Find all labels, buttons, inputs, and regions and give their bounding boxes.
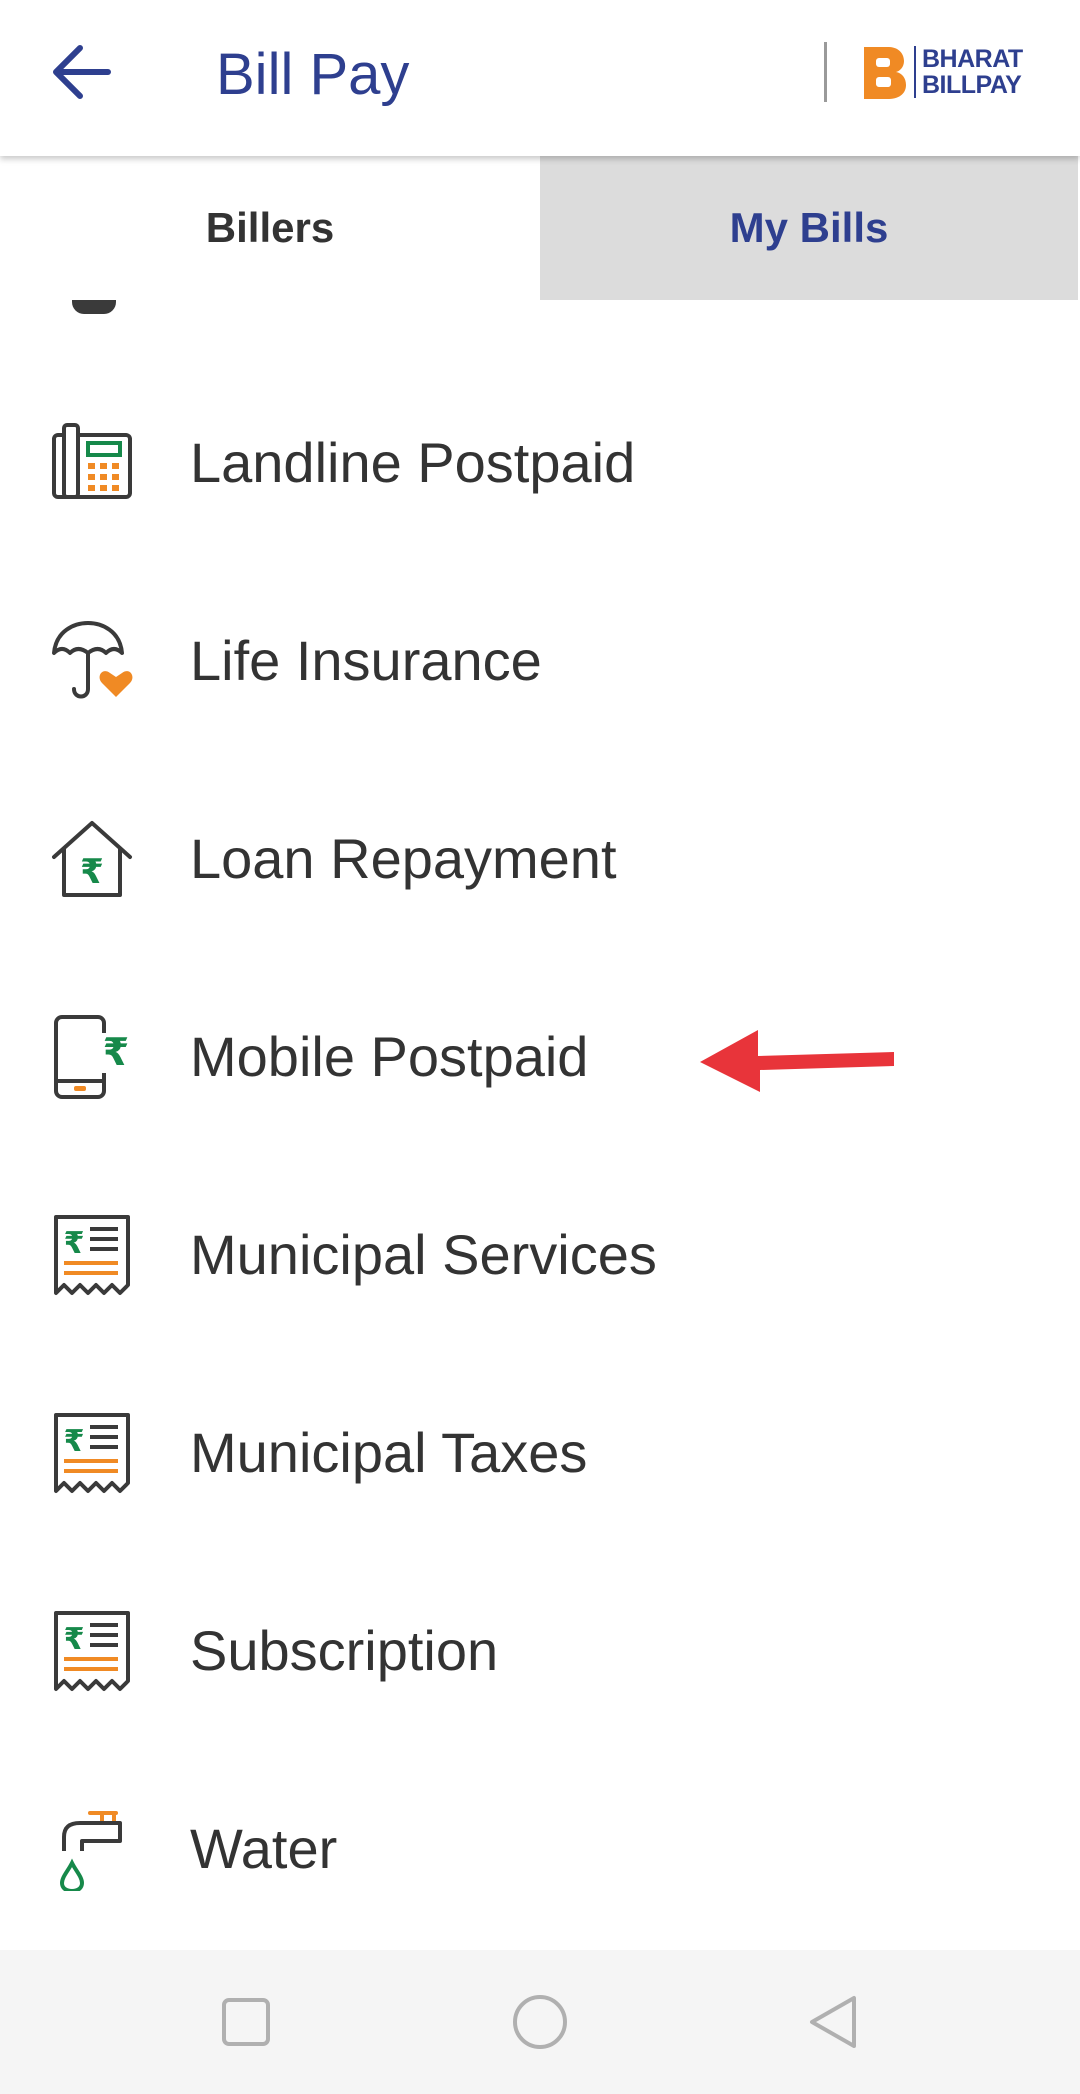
back-nav-button[interactable] [802,1990,866,2054]
back-button[interactable] [48,32,120,112]
logo-text: BHARAT BILLPAY [922,46,1023,98]
tab-bar: Billers My Bills [0,156,1080,300]
biller-label: Municipal Taxes [190,1421,588,1484]
biller-label: Life Insurance [190,629,542,692]
biller-label: Water [190,1817,338,1880]
house-rupee-icon: ₹ [52,821,132,897]
recent-apps-icon [222,1998,270,2046]
tab-my-bills[interactable]: My Bills [540,156,1078,300]
svg-text:₹: ₹ [64,1226,85,1261]
back-arrow-icon [53,45,111,99]
biller-item-municipal-services[interactable]: ₹ Municipal Services [0,1156,1080,1354]
page-title: Bill Pay [216,42,410,107]
mobile-rupee-icon: ₹ [54,1015,132,1099]
landline-phone-icon [52,423,132,499]
bharat-billpay-logo: BHARAT BILLPAY [860,42,1060,104]
water-tap-icon [59,1811,122,1891]
system-nav-bar [0,1950,1080,2094]
back-nav-icon [810,1996,856,2048]
biller-item-mobile-postpaid[interactable]: ₹ Mobile Postpaid [0,958,1080,1156]
biller-item-municipal-taxes[interactable]: ₹ Municipal Taxes [0,1354,1080,1552]
rupee-receipt-icon: ₹ [54,1413,130,1493]
logo-line-1: BHARAT [922,45,1023,73]
biller-item-loan-repayment[interactable]: ₹ Loan Repayment [0,760,1080,958]
rupee-receipt-icon: ₹ [54,1215,130,1295]
biller-label: Mobile Postpaid [190,1025,589,1088]
recent-apps-button[interactable] [214,1990,278,2054]
svg-text:₹: ₹ [64,1622,85,1657]
bharat-billpay-b-icon [864,47,906,99]
red-arrow-annotation [700,1030,894,1092]
home-icon [513,1995,567,2049]
app-bar: Bill Pay BHARAT BILLPAY [0,0,1080,156]
biller-item-life-insurance[interactable]: Life Insurance [0,562,1080,760]
logo-separator [914,46,916,98]
logo-line-2: BILLPAY [922,71,1022,99]
biller-label: Loan Repayment [190,827,617,890]
partially-visible-icon [72,300,116,314]
home-button[interactable] [508,1990,572,2054]
svg-text:₹: ₹ [64,1424,85,1459]
svg-text:₹: ₹ [103,1030,129,1074]
biller-label: Landline Postpaid [190,431,636,494]
umbrella-heart-icon [52,621,133,699]
rupee-receipt-icon: ₹ [54,1611,130,1691]
tab-billers[interactable]: Billers [0,156,540,300]
header-divider [824,42,827,102]
biller-item-landline-postpaid[interactable]: Landline Postpaid [0,364,1080,562]
biller-item-subscription[interactable]: ₹ Subscription [0,1552,1080,1750]
biller-list[interactable]: Landline Postpaid Life Insurance ₹ Loan … [0,300,1080,1950]
svg-text:₹: ₹ [80,852,104,892]
biller-item-water[interactable]: Water [0,1750,1080,1948]
biller-label: Subscription [190,1619,499,1682]
biller-label: Municipal Services [190,1223,657,1286]
